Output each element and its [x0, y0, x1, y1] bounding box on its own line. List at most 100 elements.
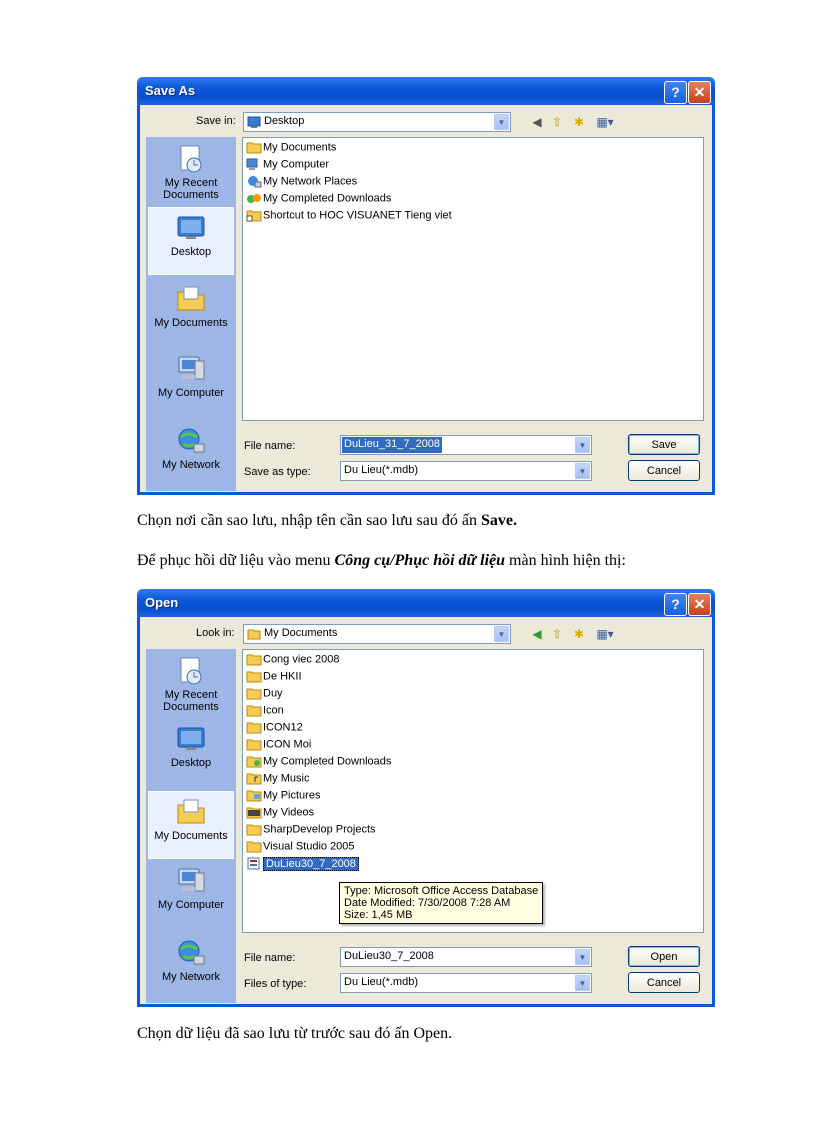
files-of-type-select[interactable]: Du Lieu(*.mdb) ▼: [340, 973, 592, 993]
file-name-label: File name:: [244, 440, 296, 452]
look-in-value: My Documents: [264, 627, 338, 639]
list-item[interactable]: Visual Studio 2005: [246, 840, 355, 856]
dialog-title: Save As: [145, 83, 196, 98]
file-list[interactable]: Cong viec 2008 De HKII Duy Icon ICON12 I…: [242, 649, 704, 933]
music-folder-icon: [246, 773, 262, 785]
file-name-input[interactable]: DuLieu_31_7_2008 ▼: [340, 435, 592, 455]
dialog-body: Save in: Desktop ▼ ◀ ⇧ ✱ ▦▾ My Recent Do…: [140, 105, 712, 492]
desktop-icon: [177, 216, 205, 239]
caption-restore: Để phục hồi dữ liệu vào menu Công cụ/Phụ…: [137, 552, 626, 569]
cancel-button[interactable]: Cancel: [628, 972, 700, 993]
recent-documents-icon: [180, 657, 202, 685]
place-desktop[interactable]: Desktop: [148, 207, 234, 275]
title-bar: Open ? ✕: [137, 589, 715, 617]
title-bar: Save As ? ✕: [137, 77, 715, 105]
list-item[interactable]: My Completed Downloads: [246, 755, 391, 771]
list-item[interactable]: ICON12: [246, 721, 303, 737]
new-folder-icon[interactable]: ✱: [570, 114, 588, 130]
list-item[interactable]: My Pictures: [246, 789, 320, 805]
chevron-down-icon[interactable]: ▼: [575, 975, 590, 991]
close-button[interactable]: ✕: [688, 81, 711, 104]
up-folder-icon[interactable]: ⇧: [548, 114, 566, 130]
back-icon[interactable]: ◀: [528, 626, 546, 642]
cancel-button[interactable]: Cancel: [628, 460, 700, 481]
downloads-folder-icon: [246, 756, 262, 768]
folder-icon: [246, 654, 262, 666]
access-database-icon: [247, 857, 260, 870]
folder-icon: [246, 705, 262, 717]
save-in-combo[interactable]: Desktop ▼: [243, 112, 511, 132]
save-as-type-value: Du Lieu(*.mdb): [344, 464, 418, 476]
pictures-folder-icon: [246, 790, 262, 802]
folder-icon: [246, 739, 262, 751]
folder-icon: [246, 688, 262, 700]
list-item[interactable]: ICON Moi: [246, 738, 311, 754]
list-item[interactable]: Icon: [246, 704, 284, 720]
help-button[interactable]: ?: [664, 593, 687, 616]
place-my-network[interactable]: My Network: [148, 421, 234, 489]
list-item-selected[interactable]: DuLieu30_7_2008: [246, 856, 359, 873]
caption-open: Chọn dữ liệu đã sao lưu từ trước sau đó …: [137, 1025, 453, 1042]
dialog-body: Look in: My Documents ▼ ◀ ⇧ ✱ ▦▾ My Rece…: [140, 617, 712, 1004]
list-item[interactable]: My Videos: [246, 806, 314, 822]
place-my-documents[interactable]: My Documents: [148, 279, 234, 347]
my-documents-icon: [246, 142, 262, 154]
views-icon[interactable]: ▦▾: [592, 114, 618, 130]
save-as-type-select[interactable]: Du Lieu(*.mdb) ▼: [340, 461, 592, 481]
views-icon[interactable]: ▦▾: [592, 626, 618, 642]
list-item[interactable]: My Completed Downloads: [246, 192, 391, 208]
place-recent[interactable]: My Recent Documents: [148, 651, 234, 719]
open-button[interactable]: Open: [628, 946, 700, 967]
place-my-documents[interactable]: My Documents: [148, 791, 234, 859]
desktop-icon: [177, 727, 205, 750]
network-places-icon: [248, 176, 262, 188]
place-my-computer[interactable]: My Computer: [148, 349, 234, 417]
my-documents-icon: [177, 286, 205, 311]
list-item[interactable]: My Computer: [246, 158, 329, 174]
place-my-network[interactable]: My Network: [148, 933, 234, 1001]
my-network-icon: [178, 428, 205, 453]
new-folder-icon[interactable]: ✱: [570, 626, 588, 642]
my-computer-icon: [178, 868, 205, 892]
file-name-input[interactable]: DuLieu30_7_2008 ▼: [340, 947, 592, 967]
file-list[interactable]: My Documents My Computer My Network Plac…: [242, 137, 704, 421]
file-name-value: DuLieu_31_7_2008: [342, 437, 443, 453]
caption-save: Chọn nơi cần sao lưu, nhập tên cần sao l…: [137, 512, 517, 529]
folder-icon: [247, 629, 261, 640]
my-documents-icon: [177, 799, 205, 824]
places-bar: My Recent Documents Desktop My Documents…: [146, 137, 236, 491]
chevron-down-icon[interactable]: ▼: [575, 949, 590, 965]
desktop-icon: [247, 116, 261, 128]
help-button[interactable]: ?: [664, 81, 687, 104]
file-name-label: File name:: [244, 952, 296, 964]
chevron-down-icon[interactable]: ▼: [575, 463, 590, 479]
list-item[interactable]: Shortcut to HOC VISUANET Tieng viet: [246, 209, 452, 225]
files-of-type-label: Files of type:: [244, 978, 307, 990]
list-item[interactable]: My Documents: [246, 141, 336, 157]
list-item[interactable]: My Music: [246, 772, 309, 788]
chevron-down-icon[interactable]: ▼: [494, 626, 509, 642]
folder-icon: [246, 824, 262, 836]
up-folder-icon[interactable]: ⇧: [548, 626, 566, 642]
save-button[interactable]: Save: [628, 434, 700, 455]
list-item[interactable]: Cong viec 2008: [246, 653, 339, 669]
downloads-icon: [247, 194, 261, 203]
list-item[interactable]: My Network Places: [246, 175, 357, 191]
chevron-down-icon[interactable]: ▼: [494, 114, 509, 130]
look-in-combo[interactable]: My Documents ▼: [243, 624, 511, 644]
list-item[interactable]: De HKII: [246, 670, 302, 686]
save-as-dialog: Save As ? ✕ Save in: Desktop ▼ ◀ ⇧ ✱ ▦▾ …: [137, 77, 715, 495]
place-recent[interactable]: My Recent Documents: [148, 139, 234, 207]
my-network-icon: [178, 940, 205, 965]
my-computer-icon: [178, 356, 205, 380]
close-button[interactable]: ✕: [688, 593, 711, 616]
chevron-down-icon[interactable]: ▼: [575, 437, 590, 453]
list-item[interactable]: Duy: [246, 687, 283, 703]
back-icon[interactable]: ◀: [528, 114, 546, 130]
place-my-computer[interactable]: My Computer: [148, 861, 234, 929]
open-dialog: Open ? ✕ Look in: My Documents ▼ ◀ ⇧ ✱ ▦…: [137, 589, 715, 1007]
place-desktop[interactable]: Desktop: [148, 719, 234, 787]
videos-folder-icon: [246, 807, 262, 819]
list-item[interactable]: SharpDevelop Projects: [246, 823, 376, 839]
shortcut-icon: [246, 210, 262, 222]
